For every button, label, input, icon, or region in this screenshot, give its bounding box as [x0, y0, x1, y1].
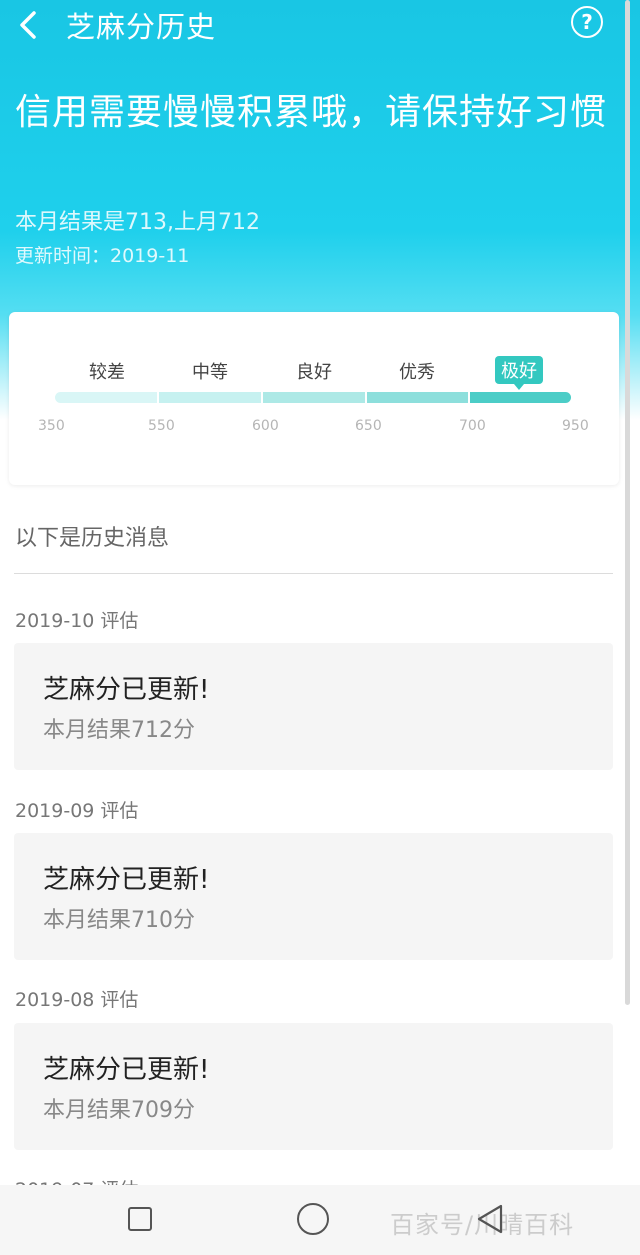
update-time: 更新时间：2019-11: [15, 245, 190, 267]
history-heading: 以下是历史消息: [15, 526, 170, 551]
record-title: 芝麻分已更新!: [43, 675, 210, 705]
scale-tick: 650: [355, 418, 382, 434]
history-record-card[interactable]: 芝麻分已更新! 本月结果709分: [14, 1023, 613, 1150]
record-body: 本月结果709分: [43, 1098, 195, 1123]
system-navigation-bar: 百家号/川晴百科: [0, 1185, 640, 1255]
scale-tick: 600: [252, 418, 279, 434]
level-label-medium: 中等: [192, 362, 228, 383]
level-bar-segment: [470, 392, 571, 403]
scrollbar[interactable]: [625, 0, 630, 1005]
back-button[interactable]: [12, 6, 46, 44]
help-button[interactable]: ?: [571, 6, 603, 38]
page-title: 芝麻分历史: [66, 10, 217, 44]
chevron-left-icon: [20, 11, 36, 39]
back-triangle-icon[interactable]: [475, 1203, 505, 1235]
level-label-excellent: 优秀: [399, 362, 435, 383]
section-divider: [14, 573, 613, 574]
level-bar-segment: [367, 392, 468, 403]
record-period: 2019-09 评估: [15, 800, 139, 822]
encouragement-headline: 信用需要慢慢积累哦，请保持好习惯: [15, 92, 608, 133]
scale-tick: 550: [148, 418, 175, 434]
scale-tick: 350: [38, 418, 65, 434]
level-bar-segment: [55, 392, 157, 403]
level-label-poor: 较差: [89, 362, 125, 383]
record-body: 本月结果712分: [43, 718, 195, 743]
record-period: 2019-10 评估: [15, 610, 139, 632]
record-title: 芝麻分已更新!: [43, 865, 210, 895]
scale-tick: 700: [459, 418, 486, 434]
level-label-superb-active: 极好: [495, 356, 543, 390]
record-period: 2019-08 评估: [15, 989, 139, 1011]
history-record-card[interactable]: 芝麻分已更新! 本月结果710分: [14, 833, 613, 960]
record-body: 本月结果710分: [43, 908, 195, 933]
level-label-good: 良好: [296, 362, 332, 383]
home-icon[interactable]: [297, 1203, 329, 1235]
level-bar-segment: [159, 392, 261, 403]
score-summary: 本月结果是713,上月712: [15, 210, 260, 235]
level-bar-segment: [263, 392, 365, 403]
top-navigation: 芝麻分历史 ?: [0, 0, 640, 50]
history-record-card[interactable]: 芝麻分已更新! 本月结果712分: [14, 643, 613, 770]
score-level-card: 较差 中等 良好 优秀 极好 350 550 600 650 700 950: [9, 312, 619, 485]
recent-apps-icon[interactable]: [128, 1207, 152, 1231]
scale-tick: 950: [562, 418, 589, 434]
record-title: 芝麻分已更新!: [43, 1055, 210, 1085]
